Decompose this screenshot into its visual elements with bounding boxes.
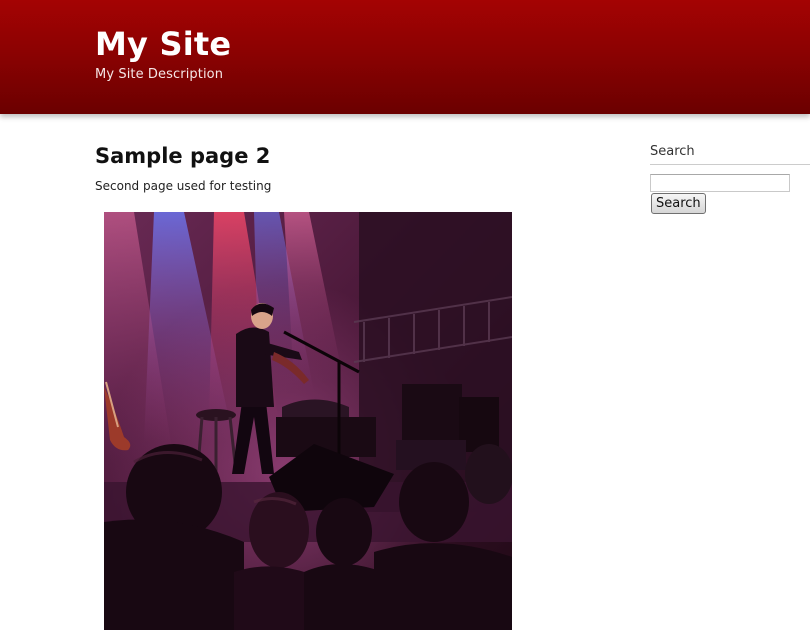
search-input[interactable] bbox=[650, 174, 790, 192]
concert-photo bbox=[104, 212, 512, 630]
sidebar-search-title: Search bbox=[650, 144, 695, 159]
sidebar-divider bbox=[650, 164, 810, 165]
site-title-link[interactable]: My Site bbox=[95, 24, 231, 64]
page-title: Sample page 2 bbox=[95, 144, 271, 168]
site-header: My Site My Site Description bbox=[0, 0, 810, 114]
site-description: My Site Description bbox=[95, 67, 224, 82]
search-button[interactable]: Search bbox=[651, 193, 706, 214]
concert-photo-illustration bbox=[104, 212, 512, 630]
page-body-text: Second page used for testing bbox=[95, 179, 272, 193]
